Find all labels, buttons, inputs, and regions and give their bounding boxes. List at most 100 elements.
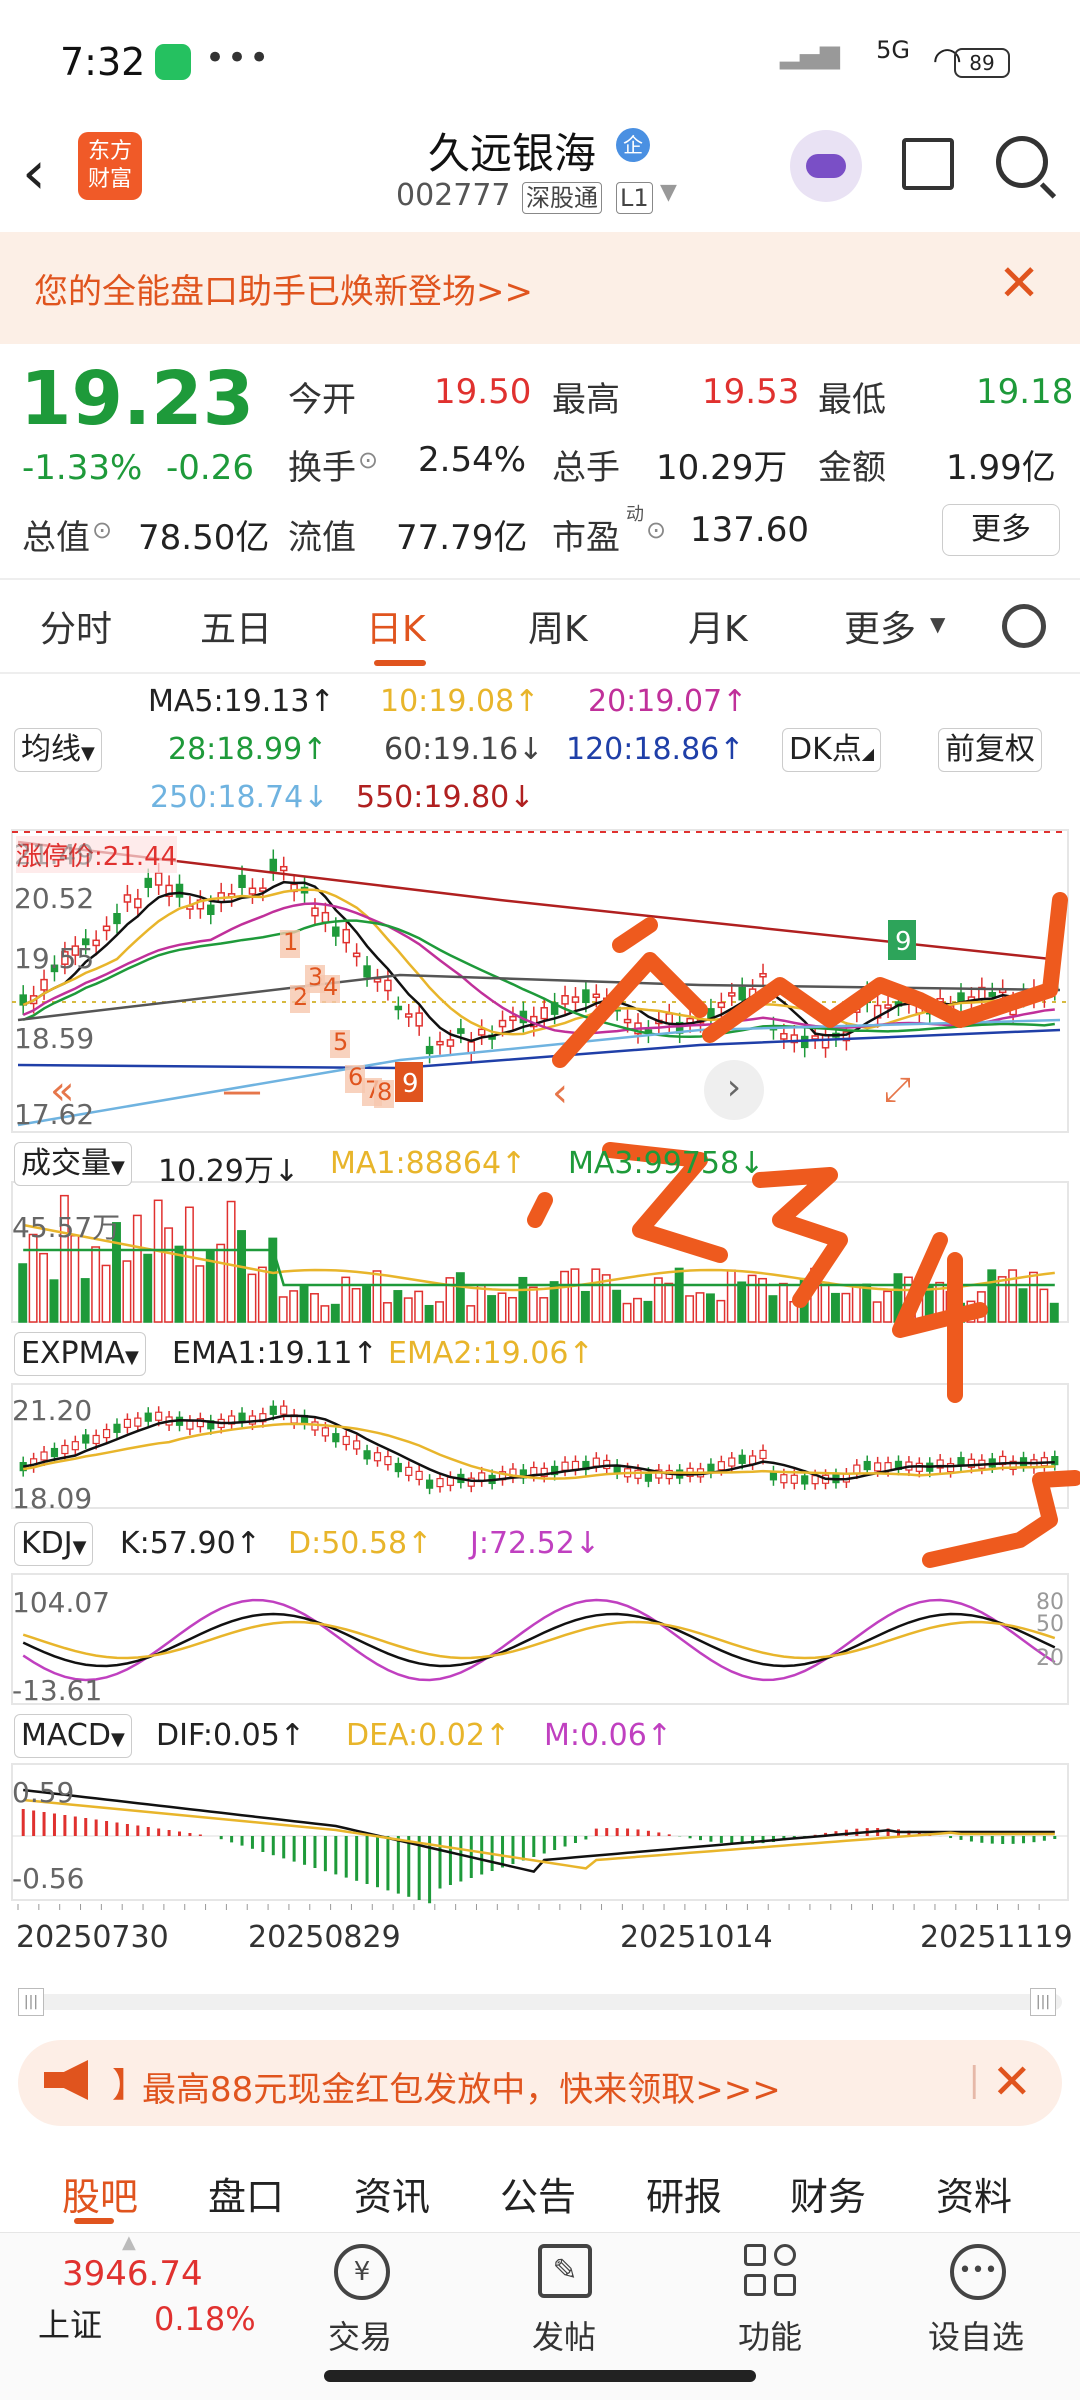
volume-bar bbox=[851, 1283, 861, 1323]
info-icon[interactable]: ⊙ bbox=[358, 446, 378, 474]
more-quote-button[interactable]: 更多 bbox=[942, 504, 1060, 556]
index-name[interactable]: 上证 bbox=[38, 2300, 102, 2346]
search-icon[interactable] bbox=[996, 136, 1048, 188]
kdj-select-label[interactable]: KDJ bbox=[21, 1526, 73, 1561]
tab-profile[interactable]: 资料 bbox=[936, 2166, 1012, 2221]
info-icon[interactable]: ⊙ bbox=[92, 516, 112, 544]
tab-more[interactable]: 更多 bbox=[844, 600, 916, 652]
share-icon[interactable] bbox=[902, 138, 954, 190]
ma120-value: 120:18.86↑ bbox=[566, 732, 745, 767]
tab-announcement[interactable]: 公告 bbox=[500, 2166, 576, 2221]
tab-five-day[interactable]: 五日 bbox=[200, 600, 272, 652]
candle-body bbox=[540, 1007, 548, 1020]
td-marker-label: 5 bbox=[333, 1028, 348, 1056]
volume-bar bbox=[101, 1264, 111, 1323]
trade-label[interactable]: 交易 bbox=[328, 2312, 392, 2358]
tab-monthly-k[interactable]: 月K bbox=[688, 600, 748, 652]
macd-select-label[interactable]: MACD bbox=[21, 1718, 111, 1753]
ema2-value: EMA2:19.06↑ bbox=[388, 1336, 594, 1371]
fullscreen-icon[interactable]: ⤢ bbox=[884, 1070, 911, 1110]
kdj-k-value: K:57.90↑ bbox=[120, 1526, 261, 1561]
charts-canvas[interactable]: 123 456 78 99 bbox=[0, 820, 1080, 2000]
expma-select-label[interactable]: EXPMA bbox=[21, 1336, 125, 1371]
candle-body bbox=[728, 992, 736, 997]
function-label[interactable]: 功能 bbox=[738, 2312, 802, 2358]
tab-research[interactable]: 研报 bbox=[646, 2166, 722, 2221]
prev-icon[interactable]: ‹ bbox=[552, 1070, 568, 1116]
chevron-down-icon[interactable]: ◢ bbox=[862, 744, 874, 763]
expma-select[interactable]: EXPMA▼ bbox=[14, 1332, 146, 1376]
post-label[interactable]: 发帖 bbox=[532, 2312, 596, 2358]
info-icon[interactable]: ⊙ bbox=[646, 516, 666, 544]
range-handle-right[interactable]: ||| bbox=[1030, 1988, 1056, 2016]
volume-select[interactable]: 成交量▼ bbox=[14, 1142, 132, 1186]
chevron-down-icon[interactable]: ▼ bbox=[111, 1729, 125, 1750]
candle-body bbox=[477, 1028, 486, 1036]
chevron-down-icon[interactable]: ▼ bbox=[660, 180, 677, 205]
tab-news[interactable]: 资讯 bbox=[354, 2166, 430, 2221]
tag-level1[interactable]: L1 bbox=[616, 182, 653, 214]
index-value[interactable]: 3946.74 bbox=[62, 2254, 203, 2294]
kdj-select[interactable]: KDJ▼ bbox=[14, 1522, 94, 1566]
tab-weekly-k[interactable]: 周K bbox=[528, 600, 588, 652]
range-slider-track[interactable] bbox=[18, 1994, 1062, 2010]
candle-body bbox=[425, 1045, 434, 1055]
candle-body bbox=[436, 1040, 444, 1046]
market-cap-value: 78.50亿 bbox=[138, 518, 270, 558]
chart-panel-frame bbox=[11, 1383, 1069, 1509]
chevron-up-icon[interactable]: ▲ bbox=[122, 2232, 136, 2253]
volume-bar bbox=[747, 1274, 757, 1323]
tab-guba[interactable]: 股吧 bbox=[62, 2166, 138, 2221]
zoom-out-icon[interactable]: — bbox=[222, 1068, 262, 1114]
tab-finance[interactable]: 财务 bbox=[790, 2166, 866, 2221]
expma-candle-body bbox=[123, 1418, 132, 1428]
red-packet-promo[interactable]: 】 最高88元现金红包发放中，快来领取>>> | ✕ bbox=[18, 2040, 1062, 2126]
add-watchlist-icon[interactable]: ••• bbox=[950, 2244, 1006, 2300]
candle-body bbox=[134, 898, 142, 909]
chevron-down-icon[interactable]: ▼ bbox=[125, 1347, 139, 1368]
close-icon[interactable]: ✕ bbox=[992, 2054, 1032, 2110]
banner-text[interactable]: 您的全能盘口助手已焕新登场>> bbox=[34, 264, 533, 313]
adjust-select[interactable]: 前复权 bbox=[938, 728, 1042, 772]
compose-icon[interactable]: ✎ bbox=[538, 2244, 592, 2298]
stock-header: ‹ 东方财富 久远银海 企 002777 深股通 L1 ▼ bbox=[0, 120, 1080, 232]
tab-intraday[interactable]: 分时 bbox=[40, 600, 112, 652]
status-bar: 7:32 ••• ▂▄▆ 5G ◠ 89 bbox=[0, 0, 1080, 120]
assistant-avatar[interactable] bbox=[790, 130, 862, 202]
index-percent[interactable]: 0.18% bbox=[154, 2300, 256, 2338]
macd-select[interactable]: MACD▼ bbox=[14, 1714, 132, 1758]
ma-select-label[interactable]: 均线 bbox=[21, 732, 81, 767]
rewind-icon[interactable]: « bbox=[50, 1068, 74, 1114]
close-icon[interactable]: ✕ bbox=[998, 254, 1040, 312]
candle-body bbox=[988, 992, 997, 997]
gear-icon[interactable] bbox=[1002, 604, 1046, 648]
tab-daily-k[interactable]: 日K bbox=[366, 600, 426, 652]
dk-point-label[interactable]: DK点 bbox=[789, 732, 862, 767]
app-logo[interactable]: 东方财富 bbox=[78, 132, 142, 200]
volume-bar bbox=[591, 1268, 601, 1323]
promo-text[interactable]: 最高88元现金红包发放中，快来领取>>> bbox=[142, 2062, 781, 2111]
chevron-down-icon[interactable]: ▼ bbox=[930, 612, 945, 636]
tab-pankou[interactable]: 盘口 bbox=[208, 2166, 284, 2221]
next-icon[interactable]: › bbox=[704, 1060, 764, 1120]
watchlist-label[interactable]: 设自选 bbox=[928, 2312, 1024, 2358]
open-value: 19.50 bbox=[434, 372, 532, 412]
volume-bar bbox=[768, 1295, 778, 1323]
volume-bar bbox=[820, 1281, 830, 1323]
volume-bar bbox=[91, 1246, 101, 1323]
expma-candle-body bbox=[707, 1463, 715, 1473]
chevron-down-icon[interactable]: ▼ bbox=[73, 1537, 87, 1558]
candle-body bbox=[571, 996, 580, 1003]
trade-icon[interactable]: ¥ bbox=[334, 2244, 390, 2300]
expma-candle-body bbox=[134, 1417, 142, 1427]
expma-candle-body bbox=[373, 1452, 382, 1462]
chevron-down-icon[interactable]: ▼ bbox=[111, 1157, 125, 1178]
range-handle-left[interactable]: ||| bbox=[18, 1988, 44, 2016]
volume-select-label[interactable]: 成交量 bbox=[21, 1146, 111, 1181]
apps-grid-icon[interactable] bbox=[744, 2244, 798, 2298]
chevron-down-icon[interactable]: ▼ bbox=[81, 743, 95, 764]
promo-banner[interactable]: 您的全能盘口助手已焕新登场>> ✕ bbox=[0, 232, 1080, 344]
back-icon[interactable]: ‹ bbox=[22, 138, 46, 208]
ma-select[interactable]: 均线▼ bbox=[14, 728, 102, 772]
dk-point-select[interactable]: DK点◢ bbox=[782, 728, 882, 772]
